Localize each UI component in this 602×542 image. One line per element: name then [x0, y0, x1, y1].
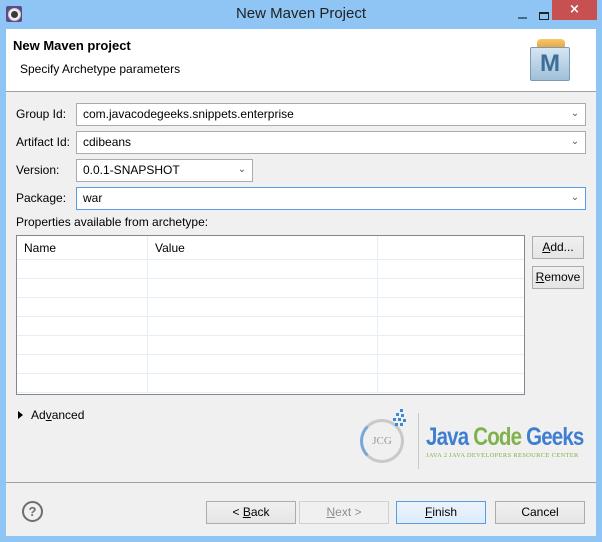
table-body [17, 260, 524, 393]
cancel-button[interactable]: Cancel [495, 501, 585, 524]
table-cell[interactable] [17, 279, 148, 297]
help-icon[interactable]: ? [22, 501, 43, 522]
table-cell[interactable] [17, 336, 148, 354]
table-cell[interactable] [17, 355, 148, 373]
package-combo[interactable]: war ⌄ [76, 187, 586, 210]
version-label: Version: [16, 163, 60, 177]
title-bar: New Maven Project × [0, 0, 602, 29]
wizard-banner: New Maven project Specify Archetype para… [6, 29, 596, 92]
properties-table[interactable]: Name Value [16, 235, 525, 395]
table-cell[interactable] [17, 374, 148, 392]
table-cell[interactable] [378, 374, 524, 392]
remove-property-button[interactable]: Remove [532, 266, 584, 289]
advanced-label[interactable]: Advanced [31, 408, 84, 422]
next-button[interactable]: Next > [299, 501, 389, 524]
logo-divider [418, 413, 419, 469]
column-header-value[interactable]: Value [148, 236, 378, 260]
column-header-empty[interactable] [378, 236, 524, 260]
maximize-icon [539, 12, 549, 20]
wizard-title: New Maven project [13, 38, 131, 53]
table-cell[interactable] [17, 317, 148, 335]
close-button[interactable]: × [552, 0, 597, 20]
maven-icon: M [528, 39, 574, 83]
add-property-button[interactable]: Add... [532, 236, 584, 259]
table-row[interactable] [17, 317, 524, 336]
close-icon: × [569, 2, 580, 17]
package-label: Package: [16, 191, 67, 205]
table-cell[interactable] [378, 260, 524, 278]
table-row[interactable] [17, 298, 524, 317]
table-cell[interactable] [378, 279, 524, 297]
table-cell[interactable] [148, 374, 378, 392]
table-cell[interactable] [378, 355, 524, 373]
table-row[interactable] [17, 374, 524, 393]
table-cell[interactable] [148, 355, 378, 373]
table-row[interactable] [17, 336, 524, 355]
package-value[interactable]: war [83, 191, 102, 205]
chevron-down-icon[interactable]: ⌄ [569, 108, 581, 120]
table-header: Name Value [17, 236, 524, 260]
artifact-id-label: Artifact Id: [16, 135, 71, 149]
table-row[interactable] [17, 355, 524, 374]
table-cell[interactable] [378, 317, 524, 335]
wizard-subtitle: Specify Archetype parameters [20, 62, 181, 76]
minimize-icon [517, 17, 527, 19]
logo-tagline: JAVA 2 JAVA DEVELOPERS RESOURCE CENTER [426, 452, 579, 459]
maven-icon-letter: M [530, 47, 570, 81]
footer-separator [6, 482, 596, 483]
table-cell[interactable] [148, 298, 378, 316]
table-cell[interactable] [148, 336, 378, 354]
back-button[interactable]: < Back [206, 501, 296, 524]
chevron-down-icon[interactable]: ⌄ [569, 192, 581, 204]
group-id-label: Group Id: [16, 107, 67, 121]
group-id-value[interactable]: com.javacodegeeks.snippets.enterprise [83, 107, 294, 121]
table-cell[interactable] [17, 298, 148, 316]
table-cell[interactable] [17, 260, 148, 278]
expand-triangle-icon[interactable] [18, 411, 23, 419]
table-row[interactable] [17, 279, 524, 298]
table-cell[interactable] [148, 317, 378, 335]
dialog-body: New Maven project Specify Archetype para… [6, 29, 596, 536]
group-id-combo[interactable]: com.javacodegeeks.snippets.enterprise ⌄ [76, 103, 586, 126]
chevron-down-icon[interactable]: ⌄ [236, 164, 248, 176]
version-value[interactable]: 0.0.1-SNAPSHOT [83, 163, 180, 177]
artifact-id-value[interactable]: cdibeans [83, 135, 131, 149]
java-code-geeks-logo: JCG Java Code Geeks JAVA 2 JAVA DEVELOPE… [360, 409, 584, 479]
chevron-down-icon[interactable]: ⌄ [569, 136, 581, 148]
advanced-section-toggle[interactable]: Advanced [18, 408, 84, 422]
artifact-id-combo[interactable]: cdibeans ⌄ [76, 131, 586, 154]
version-combo[interactable]: 0.0.1-SNAPSHOT ⌄ [76, 159, 253, 182]
finish-button[interactable]: Finish [396, 501, 486, 524]
properties-label: Properties available from archetype: [16, 215, 209, 229]
table-row[interactable] [17, 260, 524, 279]
logo-wordmark: Java Code Geeks [426, 423, 584, 451]
table-cell[interactable] [378, 336, 524, 354]
column-header-name[interactable]: Name [17, 236, 148, 260]
jcg-dots-icon [390, 409, 408, 429]
minimize-button[interactable] [508, 8, 536, 24]
table-cell[interactable] [148, 279, 378, 297]
table-cell[interactable] [378, 298, 524, 316]
table-cell[interactable] [148, 260, 378, 278]
